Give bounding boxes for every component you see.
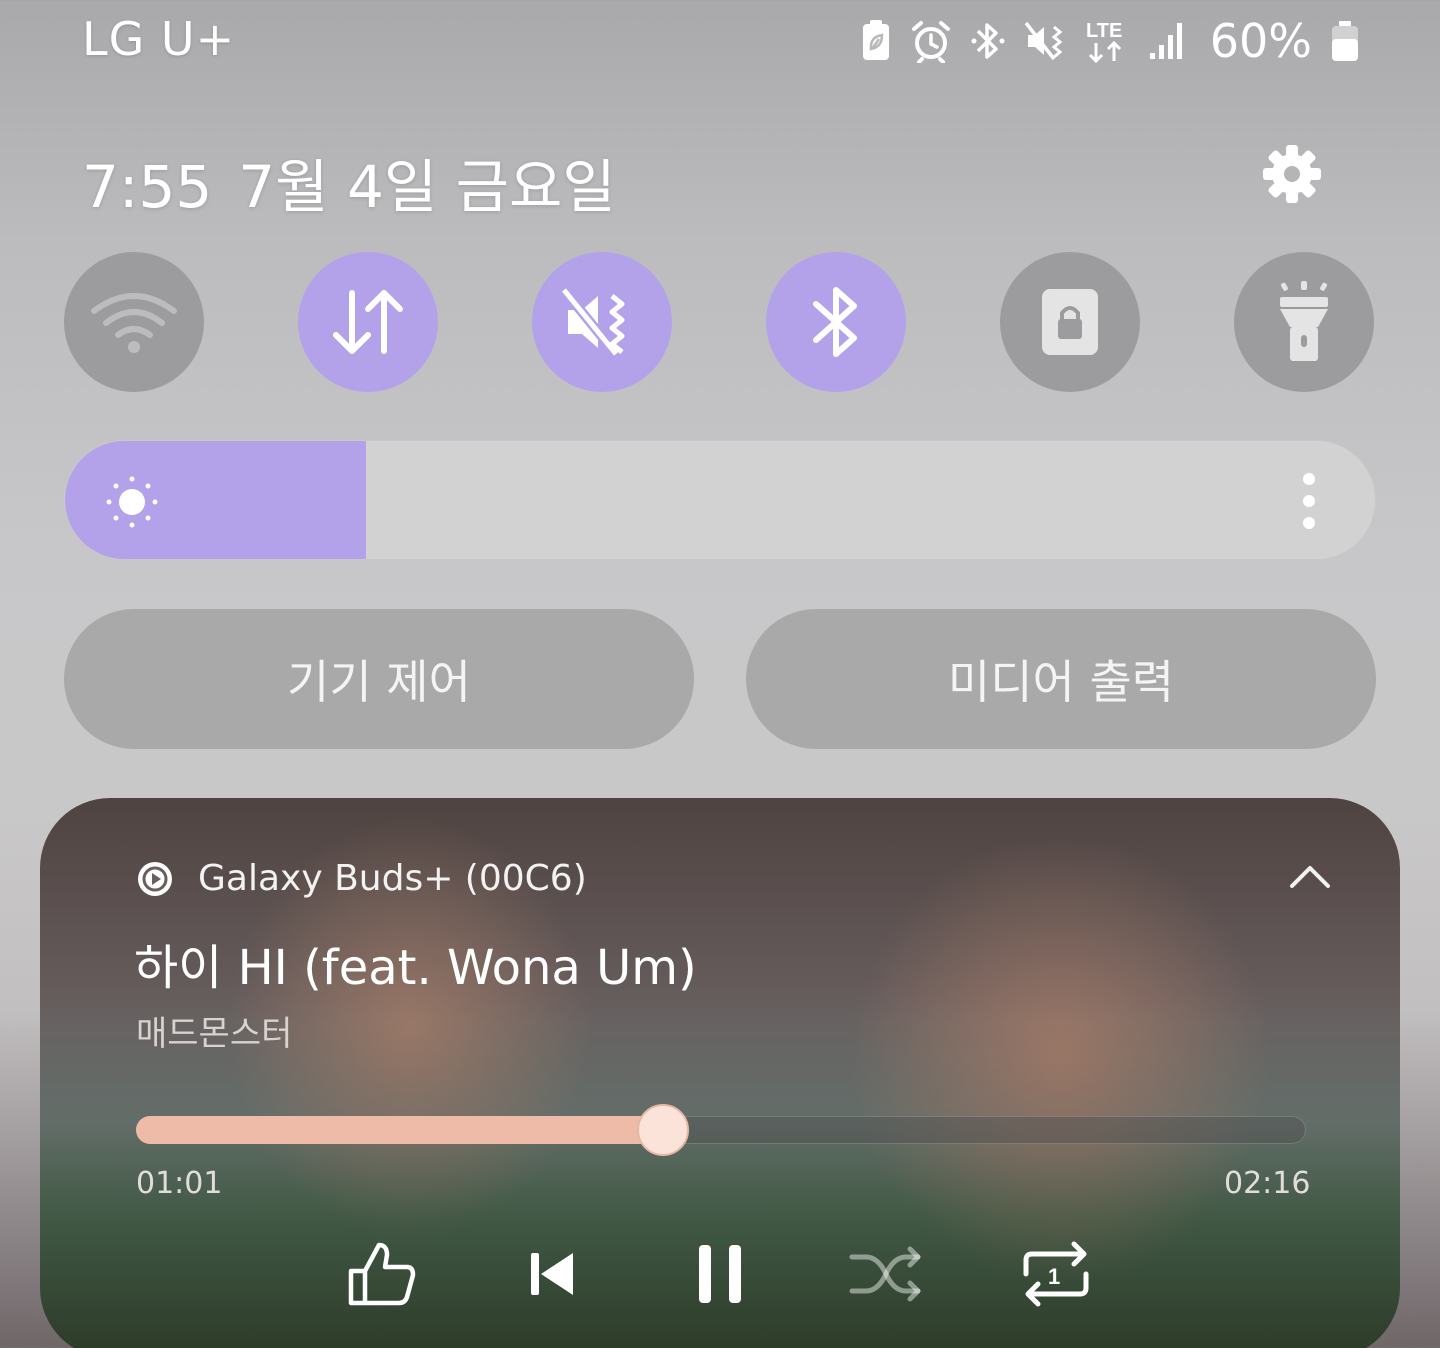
clock[interactable]: 7:55	[82, 153, 212, 221]
media-source[interactable]: Galaxy Buds+ (00C6)	[136, 858, 587, 899]
alarm-icon	[910, 19, 952, 63]
quick-toggles	[64, 252, 1374, 392]
lte-icon: LTE	[1084, 17, 1130, 65]
carrier-name: LG U+	[82, 12, 236, 66]
toggle-bluetooth[interactable]	[766, 252, 906, 392]
svg-text:1: 1	[1048, 1264, 1060, 1289]
status-icons: LTE 60%	[860, 14, 1360, 68]
playback-progress-bar[interactable]	[136, 1104, 1306, 1156]
battery-percent: 60%	[1209, 14, 1312, 68]
pause-button[interactable]	[680, 1234, 760, 1314]
brightness-slider[interactable]	[64, 440, 1376, 560]
bluetooth-icon	[970, 19, 1006, 63]
wifi-icon	[91, 293, 177, 353]
settings-button[interactable]	[1258, 140, 1326, 208]
svg-text:LTE: LTE	[1086, 20, 1122, 42]
progress-fill	[136, 1116, 663, 1144]
vibrate-mute-icon	[1024, 19, 1066, 63]
device-control-button[interactable]: 기기 제어	[64, 609, 694, 749]
sun-icon	[105, 475, 159, 533]
vibrate-mute-icon	[562, 286, 625, 358]
lock-icon	[1042, 289, 1098, 355]
previous-icon	[531, 1253, 573, 1295]
media-source-label: Galaxy Buds+ (00C6)	[198, 858, 587, 899]
battery-icon	[1330, 19, 1360, 63]
song-title: 하이 HI (feat. Wona Um)	[134, 940, 697, 996]
toggle-wifi[interactable]	[64, 252, 204, 392]
chevron-up-icon[interactable]	[1288, 862, 1332, 892]
progress-thumb[interactable]	[636, 1104, 689, 1156]
media-output-button[interactable]: 미디어 출력	[746, 609, 1376, 749]
toggle-sound-mode[interactable]	[532, 252, 672, 392]
play-circle-icon	[138, 861, 172, 896]
data-transfer-icon	[333, 290, 403, 354]
bluetooth-icon	[813, 287, 857, 357]
signal-icon	[1148, 19, 1188, 63]
shuffle-button[interactable]	[846, 1234, 926, 1314]
like-button[interactable]	[342, 1234, 422, 1314]
repeat-one-button[interactable]: 1	[1016, 1234, 1096, 1314]
battery-saver-icon	[860, 19, 892, 63]
elapsed-time: 01:01	[136, 1166, 223, 1201]
shuffle-icon	[849, 1246, 921, 1302]
pause-icon	[699, 1245, 741, 1303]
previous-button[interactable]	[512, 1234, 592, 1314]
gear-icon	[1263, 145, 1321, 203]
toggle-flashlight[interactable]	[1234, 252, 1374, 392]
repeat-one-icon: 1	[1023, 1241, 1089, 1307]
like-icon	[348, 1242, 416, 1306]
toggle-mobile-data[interactable]	[298, 252, 438, 392]
more-vertical-icon[interactable]	[1293, 471, 1325, 531]
media-player-card[interactable]: Galaxy Buds+ (00C6) 하이 HI (feat. Wona Um…	[40, 798, 1400, 1348]
clock-date: 7:55 7월 4일 금요일	[82, 140, 616, 224]
total-time: 02:16	[1224, 1166, 1311, 1201]
date[interactable]: 7월 4일 금요일	[238, 153, 615, 221]
flashlight-icon	[1280, 281, 1328, 361]
status-bar: LG U+ LTE 60%	[0, 0, 1440, 80]
media-controls: 1	[40, 1234, 1400, 1314]
artist-name: 매드몬스터	[136, 1014, 293, 1054]
toggle-rotation-lock[interactable]	[1000, 252, 1140, 392]
